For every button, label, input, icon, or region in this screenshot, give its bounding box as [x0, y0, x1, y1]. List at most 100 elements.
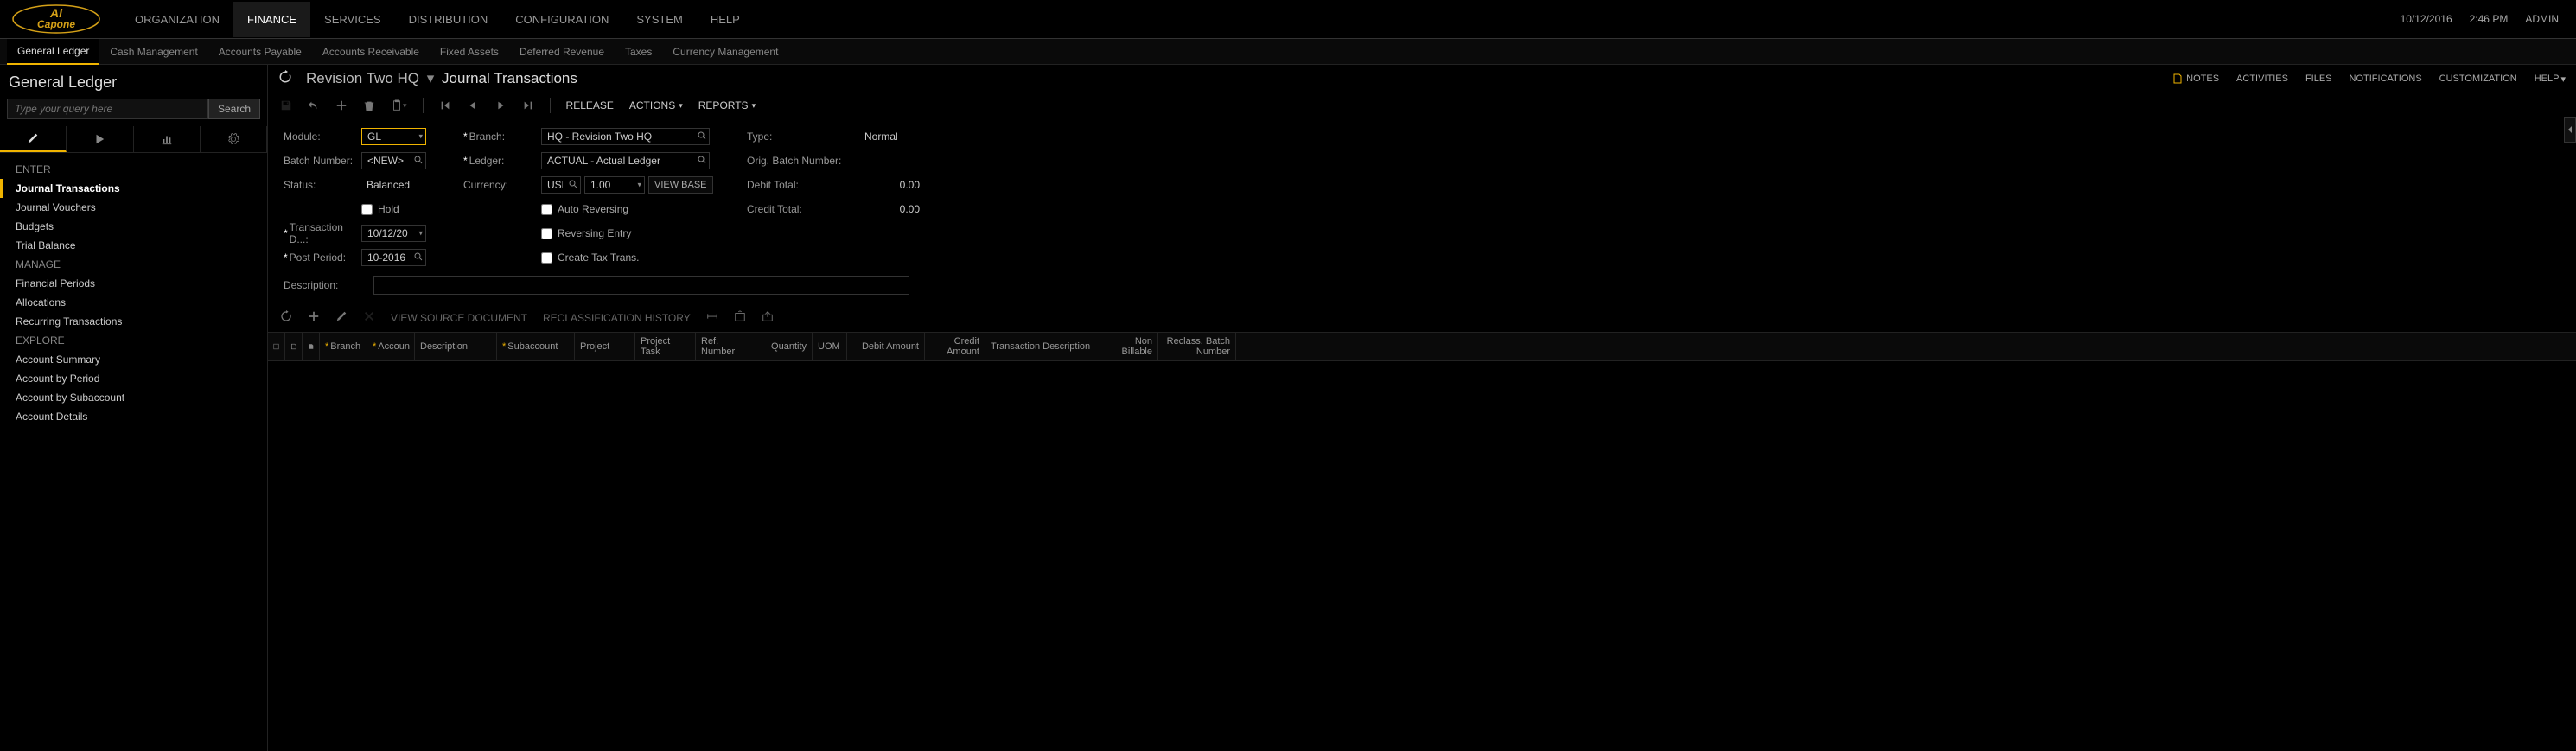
grid-col-subaccount[interactable]: *Subaccount [497, 333, 575, 360]
nav-finance[interactable]: FINANCE [233, 2, 310, 37]
subnav-accounts-payable[interactable]: Accounts Payable [208, 40, 312, 64]
grid-col-uom[interactable]: UOM [813, 333, 847, 360]
label-reversing-entry: Reversing Entry [558, 227, 631, 239]
last-button[interactable] [522, 99, 534, 111]
release-button[interactable]: RELEASE [566, 99, 614, 111]
checkbox-hold[interactable] [361, 204, 373, 215]
app-logo[interactable]: Al Capone [9, 2, 104, 36]
tree-account-summary[interactable]: Account Summary [0, 350, 267, 369]
link-files[interactable]: FILES [2305, 73, 2332, 84]
clipboard-button[interactable]: ▾ [391, 99, 407, 111]
grid-delete-button[interactable] [363, 310, 375, 325]
nav-configuration[interactable]: CONFIGURATION [501, 2, 622, 37]
prev-button[interactable] [467, 99, 479, 111]
reclassification-history-button[interactable]: RECLASSIFICATION HISTORY [543, 312, 691, 324]
actions-dropdown[interactable]: ACTIONS▾ [629, 99, 683, 111]
grid-col-transaction-description[interactable]: Transaction Description [985, 333, 1106, 360]
grid-export-button[interactable] [734, 310, 746, 325]
grid-edit-button[interactable] [335, 310, 348, 325]
sidetab-chart[interactable] [134, 126, 201, 152]
subnav-deferred-revenue[interactable]: Deferred Revenue [509, 40, 615, 64]
nav-system[interactable]: SYSTEM [622, 2, 696, 37]
reports-dropdown[interactable]: REPORTS▾ [698, 99, 756, 111]
field-trans-date[interactable] [361, 225, 426, 242]
field-currency[interactable] [541, 176, 581, 194]
search-button[interactable]: Search [208, 99, 260, 119]
tree-account-details[interactable]: Account Details [0, 407, 267, 426]
tree-account-by-period[interactable]: Account by Period [0, 369, 267, 388]
first-button[interactable] [439, 99, 451, 111]
search-input[interactable] [7, 99, 208, 119]
tree-recurring-transactions[interactable]: Recurring Transactions [0, 312, 267, 331]
sidetab-play[interactable] [67, 126, 133, 152]
subnav-accounts-receivable[interactable]: Accounts Receivable [312, 40, 430, 64]
field-post-period[interactable] [361, 249, 426, 266]
field-batch[interactable] [361, 152, 426, 169]
collapse-handle[interactable] [2564, 117, 2576, 143]
tree-financial-periods[interactable]: Financial Periods [0, 274, 267, 293]
view-source-document-button[interactable]: VIEW SOURCE DOCUMENT [391, 312, 527, 324]
link-activities[interactable]: ACTIVITIES [2236, 73, 2288, 84]
field-ledger[interactable] [541, 152, 710, 169]
tree-trial-balance[interactable]: Trial Balance [0, 236, 267, 255]
sidetab-edit[interactable] [0, 126, 67, 152]
grid-fit-button[interactable] [706, 310, 718, 325]
link-notifications[interactable]: NOTIFICATIONS [2350, 73, 2422, 84]
subnav-fixed-assets[interactable]: Fixed Assets [430, 40, 509, 64]
grid-col-reclass-batch[interactable]: Reclass. Batch Number [1158, 333, 1236, 360]
link-notes[interactable]: NOTES [2172, 73, 2219, 84]
save-button[interactable] [280, 99, 292, 111]
nav-organization[interactable]: ORGANIZATION [121, 2, 233, 37]
grid-col-non-billable[interactable]: Non Billable [1106, 333, 1158, 360]
grid-col-branch[interactable]: *Branch [320, 333, 367, 360]
grid-col-credit-amount[interactable]: Credit Amount [925, 333, 985, 360]
grid-col-project-task[interactable]: Project Task [635, 333, 696, 360]
grid-col-project[interactable]: Project [575, 333, 635, 360]
grid-upload-button[interactable] [762, 310, 774, 325]
nav-services[interactable]: SERVICES [310, 2, 395, 37]
field-branch[interactable] [541, 128, 710, 145]
refresh-button[interactable] [278, 70, 296, 87]
fit-icon [706, 310, 718, 322]
grid-refresh-button[interactable] [280, 310, 292, 325]
grid-col-debit-amount[interactable]: Debit Amount [847, 333, 925, 360]
tree-journal-transactions[interactable]: Journal Transactions [0, 179, 267, 198]
field-description[interactable] [373, 276, 909, 295]
add-button[interactable] [335, 99, 348, 111]
breadcrumb-org[interactable]: Revision Two HQ [306, 70, 419, 86]
field-module[interactable] [361, 128, 426, 145]
checkbox-create-tax[interactable] [541, 252, 552, 264]
delete-button[interactable] [363, 99, 375, 111]
undo-button[interactable] [308, 99, 320, 111]
nav-help[interactable]: HELP [697, 2, 754, 37]
grid-col-selector[interactable] [268, 333, 285, 360]
tree-budgets[interactable]: Budgets [0, 217, 267, 236]
grid-col-files[interactable] [303, 333, 320, 360]
subnav-currency-management[interactable]: Currency Management [662, 40, 788, 64]
field-rate[interactable] [584, 176, 645, 194]
grid-add-button[interactable] [308, 310, 320, 325]
clipboard-icon [391, 99, 403, 111]
link-help[interactable]: HELP▾ [2535, 73, 2566, 85]
tree-account-by-subaccount[interactable]: Account by Subaccount [0, 388, 267, 407]
subnav-cash-management[interactable]: Cash Management [99, 40, 207, 64]
sidetab-settings[interactable] [201, 126, 267, 152]
subnav-taxes[interactable]: Taxes [615, 40, 662, 64]
tree-journal-vouchers[interactable]: Journal Vouchers [0, 198, 267, 217]
view-base-button[interactable]: VIEW BASE [648, 176, 713, 194]
chevron-down-icon[interactable]: ▾ [427, 70, 435, 86]
subnav-general-ledger[interactable]: General Ledger [7, 39, 99, 65]
grid-col-quantity[interactable]: Quantity [756, 333, 813, 360]
checkbox-auto-reversing[interactable] [541, 204, 552, 215]
note-icon [2172, 73, 2183, 84]
grid-col-account[interactable]: *Accoun [367, 333, 415, 360]
grid-col-description[interactable]: Description [415, 333, 497, 360]
grid-col-ref-number[interactable]: Ref. Number [696, 333, 756, 360]
link-customization[interactable]: CUSTOMIZATION [2439, 73, 2517, 84]
next-button[interactable] [494, 99, 507, 111]
tree-allocations[interactable]: Allocations [0, 293, 267, 312]
header-user[interactable]: ADMIN [2525, 13, 2559, 25]
checkbox-reversing-entry[interactable] [541, 228, 552, 239]
grid-col-notes[interactable] [285, 333, 303, 360]
nav-distribution[interactable]: DISTRIBUTION [395, 2, 502, 37]
